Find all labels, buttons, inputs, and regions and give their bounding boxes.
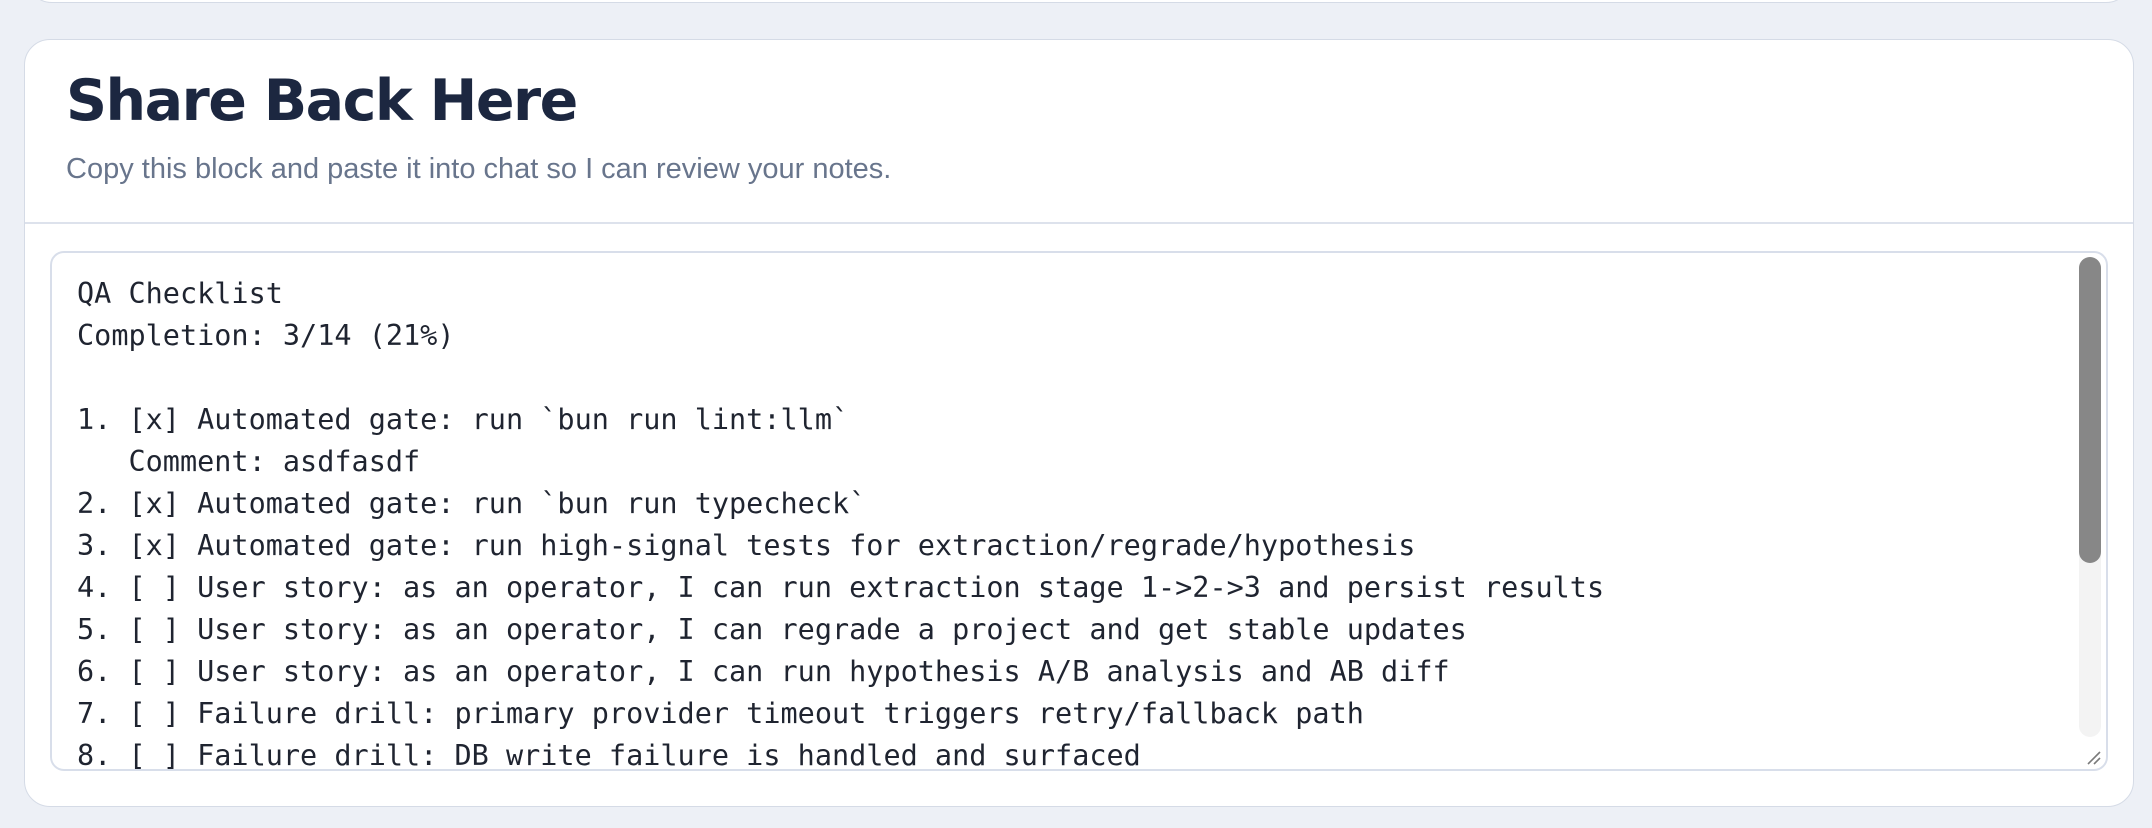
- checklist-text[interactable]: QA Checklist Completion: 3/14 (21%) 1. […: [77, 273, 2077, 769]
- checklist-textarea[interactable]: QA Checklist Completion: 3/14 (21%) 1. […: [50, 251, 2108, 771]
- card-subtitle: Copy this block and paste it into chat s…: [66, 153, 892, 185]
- resize-grip-icon[interactable]: [2084, 748, 2102, 766]
- scrollbar-thumb[interactable]: [2079, 257, 2101, 563]
- card-header: Share Back Here Copy this block and past…: [25, 40, 2133, 224]
- share-back-card: Share Back Here Copy this block and past…: [24, 39, 2134, 807]
- card-title: Share Back Here: [66, 68, 578, 134]
- vertical-scrollbar[interactable]: [2079, 257, 2101, 737]
- previous-card: [26, 0, 2132, 3]
